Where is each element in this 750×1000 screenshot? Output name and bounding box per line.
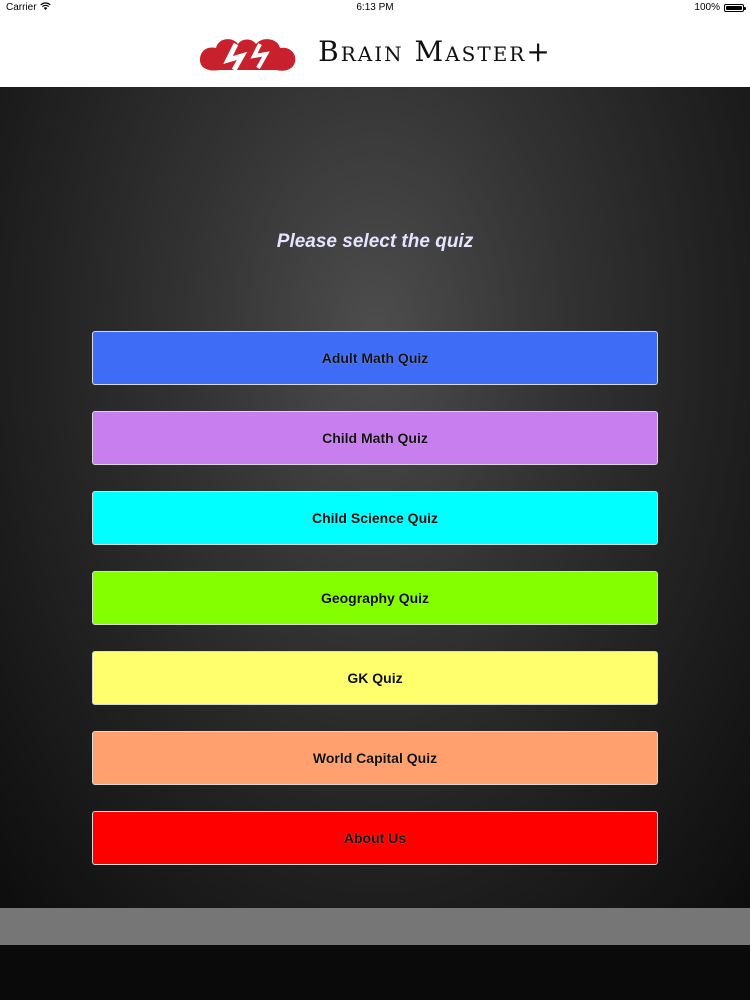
quiz-list: Adult Math Quiz Child Math Quiz Child Sc…: [92, 331, 658, 891]
gk-quiz-button[interactable]: GK Quiz: [92, 651, 658, 705]
app-title: Brain Master+: [318, 35, 552, 68]
app-header: Brain Master+: [0, 16, 750, 87]
select-quiz-prompt: Please select the quiz: [276, 231, 474, 252]
adult-math-quiz-button[interactable]: Adult Math Quiz: [92, 331, 658, 385]
child-math-quiz-button[interactable]: Child Math Quiz: [92, 411, 658, 465]
world-capital-quiz-button[interactable]: World Capital Quiz: [92, 731, 658, 785]
battery-icon: [724, 3, 746, 12]
status-right: 100%: [694, 2, 746, 13]
geography-quiz-button[interactable]: Geography Quiz: [92, 571, 658, 625]
about-us-button[interactable]: About Us: [92, 811, 658, 865]
brain-logo-icon: [198, 30, 298, 74]
footer: [0, 945, 750, 1000]
status-bar: Carrier 6:13 PM 100%: [0, 0, 750, 16]
bottom-toolbar: [0, 908, 750, 945]
child-science-quiz-button[interactable]: Child Science Quiz: [92, 491, 658, 545]
battery-level: [726, 5, 742, 10]
quiz-menu: Please select the quiz Adult Math Quiz C…: [0, 87, 750, 908]
battery-percent: 100%: [694, 2, 720, 13]
status-time: 6:13 PM: [356, 2, 394, 13]
